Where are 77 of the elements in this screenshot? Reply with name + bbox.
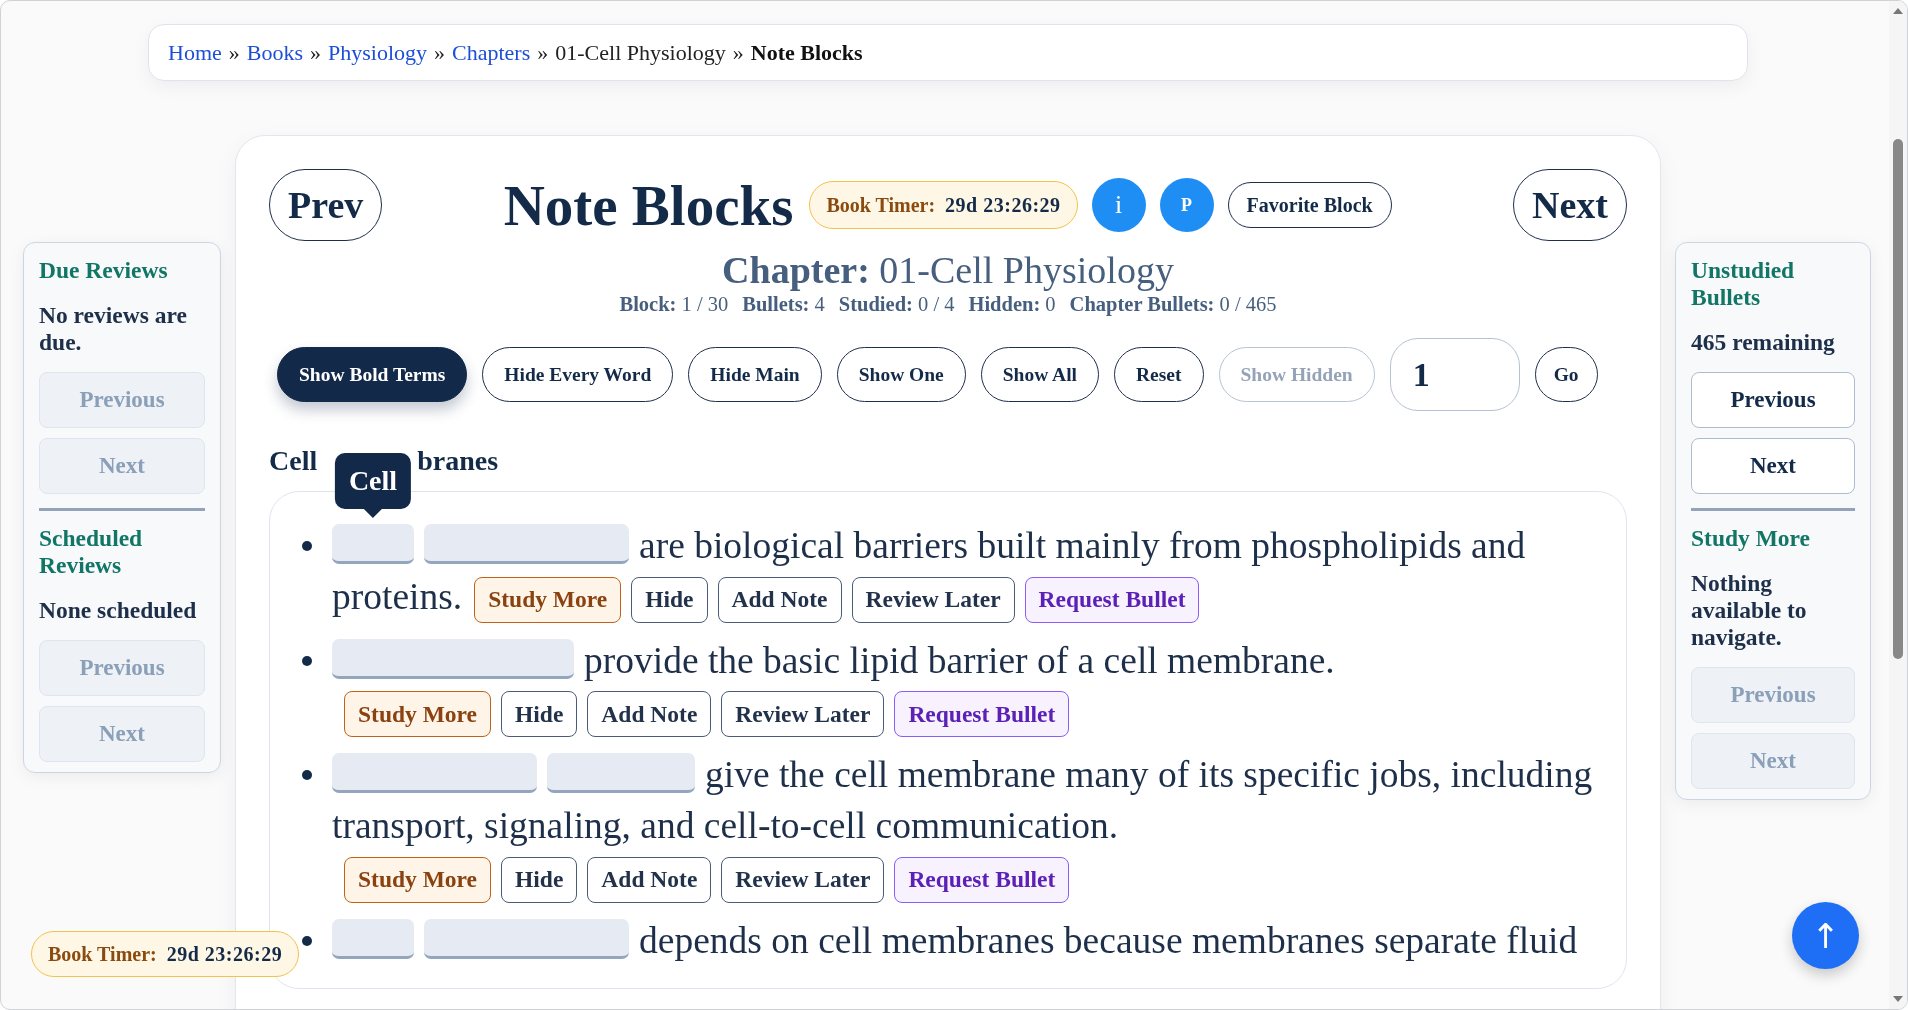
breadcrumb-separator: » bbox=[537, 39, 549, 66]
favorite-block-button[interactable]: Favorite Block bbox=[1227, 182, 1392, 228]
bullet-text: provide the basic lipid barrier of a cell membrane. bbox=[584, 639, 1335, 681]
breadcrumb-separator: » bbox=[434, 39, 446, 66]
bullet-action-button[interactable]: Study More bbox=[474, 576, 622, 623]
toolbar-button[interactable]: Show One bbox=[836, 347, 966, 402]
bullet-text: transport, signaling, and cell-to-cell communication. bbox=[332, 805, 1119, 846]
bullet-text: give the cell membrane many of its specific jobs, including bbox=[705, 754, 1593, 795]
panel-heading: Unstudied Bullets bbox=[1691, 257, 1796, 311]
bullet-action-button[interactable]: Add Note bbox=[587, 691, 712, 737]
bullet-text: depends on cell membranes because membranes separate fluid bbox=[639, 919, 1578, 961]
hidden-term[interactable] bbox=[424, 524, 629, 564]
panel-message: None scheduled bbox=[39, 597, 198, 624]
bullet-action-button[interactable]: Hide bbox=[501, 691, 578, 737]
breadcrumb-current: Note Blocks bbox=[750, 39, 863, 66]
breadcrumb-link[interactable]: Chapters bbox=[452, 39, 531, 66]
breadcrumb-item: 01-Cell Physiology bbox=[555, 39, 726, 66]
panel-heading: Due Reviews bbox=[39, 257, 169, 284]
bullet-dot bbox=[302, 541, 312, 551]
next-button[interactable]: Next bbox=[1513, 169, 1627, 241]
bullet-action-button[interactable]: Add Note bbox=[717, 576, 842, 623]
section-heading: Cell bbox=[269, 445, 318, 477]
panel-message: No reviews are due. bbox=[39, 302, 188, 356]
bullet-dot bbox=[302, 935, 312, 946]
toolbar-button[interactable]: Hide Every Word bbox=[482, 347, 674, 402]
toolbar-button[interactable]: Show Bold Terms bbox=[277, 347, 468, 402]
hidden-term[interactable] bbox=[424, 918, 629, 959]
prev-button[interactable]: Prev bbox=[269, 169, 383, 241]
chapter-title: Chapter: 01-Cell Physiology bbox=[721, 249, 1175, 291]
term-tooltip: Cell bbox=[334, 453, 412, 518]
scroll-to-top-button[interactable]: ↑ bbox=[1792, 902, 1859, 969]
breadcrumb-link[interactable]: Books bbox=[246, 39, 303, 66]
bullet-action-button[interactable]: Study More bbox=[344, 856, 492, 903]
scrollbar[interactable] bbox=[1889, 1, 1907, 1009]
bullet-action-button[interactable]: Hide bbox=[501, 856, 578, 903]
bullet-action-button[interactable]: Hide bbox=[631, 576, 708, 623]
bullet-action-button[interactable]: Request Bullet bbox=[894, 856, 1070, 903]
breadcrumb-link[interactable]: Home bbox=[168, 39, 222, 66]
stat-item: Hidden: 0 bbox=[968, 293, 1056, 316]
book-timer: Book Timer: 29d 23:26:29 bbox=[31, 931, 300, 977]
hidden-term[interactable] bbox=[332, 753, 537, 793]
bullet-text: are biological barriers built mainly from phospholipids and bbox=[639, 525, 1526, 566]
bullet-dot bbox=[302, 655, 312, 666]
bullet-text: proteins. bbox=[332, 576, 463, 617]
stat-item: Studied: 0 / 4 bbox=[838, 293, 955, 316]
panel-nav-button[interactable]: Previous bbox=[1691, 372, 1855, 428]
bullet-action-button[interactable]: Review Later bbox=[721, 856, 885, 903]
page-title: Note Blocks bbox=[503, 172, 794, 238]
panel-heading: Scheduled Reviews bbox=[39, 525, 144, 579]
panel-heading: Study More bbox=[1691, 525, 1812, 552]
section-heading: branes bbox=[417, 445, 499, 477]
hidden-term[interactable] bbox=[332, 638, 574, 679]
toolbar-button[interactable]: Show All bbox=[980, 347, 1099, 402]
book-timer: Book Timer: 29d 23:26:29 bbox=[809, 181, 1078, 229]
breadcrumb-separator: » bbox=[310, 39, 321, 66]
breadcrumb-separator: » bbox=[228, 39, 240, 66]
bullet-action-button[interactable]: Study More bbox=[344, 691, 492, 737]
stat-item: Bullets: 4 bbox=[742, 293, 825, 316]
block-number-field[interactable]: 1 bbox=[1389, 338, 1520, 411]
panel-message: 465 remaining bbox=[1691, 329, 1836, 356]
bullet-action-button[interactable]: Request Bullet bbox=[894, 691, 1070, 737]
breadcrumb-separator: » bbox=[732, 39, 744, 66]
toolbar-button[interactable]: Reset bbox=[1114, 347, 1204, 402]
stat-item: Block: 1 / 30 bbox=[619, 293, 729, 316]
bullet-dot bbox=[302, 770, 312, 780]
panel-nav-button[interactable]: Next bbox=[1691, 438, 1855, 494]
breadcrumb-link[interactable]: Physiology bbox=[328, 39, 428, 66]
stat-item: Chapter Bullets: 0 / 465 bbox=[1069, 293, 1277, 316]
panel-message: Nothing available to navigate. bbox=[1691, 570, 1808, 651]
hidden-term[interactable] bbox=[332, 918, 414, 959]
toolbar-button[interactable]: Hide Main bbox=[688, 347, 822, 402]
bullet-action-button[interactable]: Review Later bbox=[721, 691, 885, 737]
bullet-action-button[interactable]: Request Bullet bbox=[1024, 576, 1200, 623]
bullet-action-button[interactable]: Review Later bbox=[851, 576, 1015, 623]
bullet-action-button[interactable]: Add Note bbox=[587, 856, 712, 903]
hidden-term[interactable] bbox=[547, 753, 695, 793]
go-button[interactable]: Go bbox=[1534, 347, 1598, 402]
